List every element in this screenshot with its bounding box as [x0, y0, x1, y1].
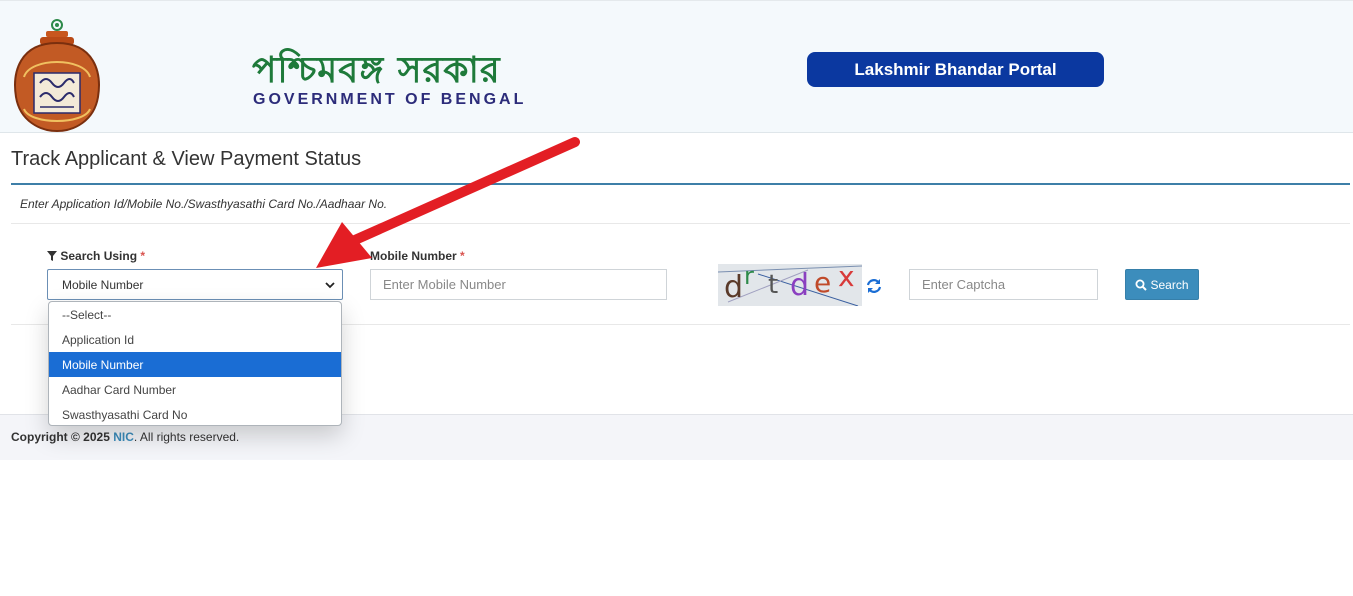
copyright-prefix: Copyright © 2025 — [11, 430, 110, 444]
mobile-number-label-text: Mobile Number — [370, 249, 457, 263]
dropdown-option-selected[interactable]: Mobile Number — [49, 352, 341, 377]
search-using-label-text: Search Using — [60, 249, 138, 263]
dropdown-option[interactable]: Application Id — [49, 327, 341, 352]
captcha-char: x — [838, 264, 855, 293]
search-hint-text: Enter Application Id/Mobile No./Swasthya… — [20, 197, 388, 211]
hint-divider — [11, 223, 1350, 224]
page-title: Track Applicant & View Payment Status — [11, 148, 362, 170]
nic-link[interactable]: NIC — [113, 430, 134, 444]
portal-name-badge[interactable]: Lakshmir Bhandar Portal — [807, 52, 1104, 87]
search-using-selected-value: Mobile Number — [62, 277, 144, 292]
search-using-label: Search Using * — [47, 249, 145, 263]
copyright-text: Copyright © 2025 NIC. All rights reserve… — [11, 430, 239, 444]
search-button[interactable]: Search — [1125, 269, 1199, 300]
captcha-input[interactable]: Enter Captcha — [909, 269, 1098, 300]
dropdown-option[interactable]: --Select-- — [49, 302, 341, 327]
refresh-icon[interactable] — [864, 276, 884, 296]
captcha-char: t — [768, 270, 779, 300]
mobile-number-label: Mobile Number * — [370, 249, 465, 263]
search-button-label: Search — [1150, 277, 1189, 292]
lakshmir-bhandar-logo — [14, 19, 100, 133]
government-title-english: GOVERNMENT OF BENGAL — [253, 91, 527, 108]
site-header: পশ্চিমবঙ্গ সরকার GOVERNMENT OF BENGAL La… — [0, 0, 1353, 133]
search-icon — [1135, 279, 1148, 291]
chevron-down-icon — [325, 282, 335, 289]
title-divider — [11, 183, 1350, 185]
captcha-char: r — [744, 264, 754, 290]
required-mark: * — [460, 249, 465, 263]
captcha-image: d r t d e x — [718, 264, 862, 306]
search-using-dropdown: --Select-- Application Id Mobile Number … — [48, 301, 342, 426]
captcha-char: d — [790, 268, 810, 303]
captcha-char: e — [814, 266, 832, 299]
dropdown-option[interactable]: Aadhar Card Number — [49, 377, 341, 402]
mobile-number-input[interactable]: Enter Mobile Number — [370, 269, 667, 300]
search-using-select[interactable]: Mobile Number — [47, 269, 343, 300]
filter-icon — [47, 251, 57, 261]
dropdown-option[interactable]: Swasthyasathi Card No — [49, 402, 341, 425]
copyright-suffix: . All rights reserved. — [133, 430, 240, 444]
required-mark: * — [140, 249, 146, 263]
captcha-char: d — [724, 270, 744, 305]
